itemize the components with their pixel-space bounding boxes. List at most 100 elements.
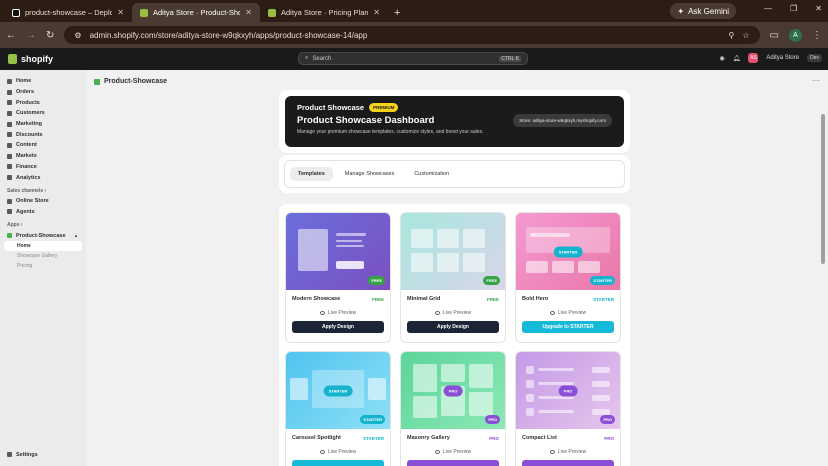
sidebar-item-customers[interactable]: Customers xyxy=(4,108,82,119)
sidebar-item-markets[interactable]: Markets xyxy=(4,151,82,162)
sidebar-item-label: Orders xyxy=(16,89,35,96)
tab-manage-showcases[interactable]: Manage Showcases xyxy=(337,167,403,181)
discount-icon xyxy=(7,132,12,138)
template-name: Masonry Gallery xyxy=(407,435,450,441)
close-icon[interactable]: ✕ xyxy=(373,8,380,17)
live-preview-link[interactable]: Live Preview xyxy=(522,449,614,455)
template-name: Bold Hero xyxy=(522,296,549,302)
template-thumbnail: FREE xyxy=(286,213,390,290)
template-thumbnail: STARTER STARTER xyxy=(516,213,620,290)
shopify-logo[interactable]: shopify xyxy=(8,54,53,64)
template-action-button[interactable] xyxy=(292,460,384,466)
app-sub-pricing[interactable]: Pricing xyxy=(4,261,82,271)
app-content: Product-Showcase ··· Product Showcase PR… xyxy=(86,70,828,466)
browser-tab-0[interactable]: product-showcase – Deployme ✕ xyxy=(4,3,132,22)
template-action-button[interactable]: Upgrade to STARTER xyxy=(522,321,614,333)
sidebar-item-label: Agents xyxy=(16,208,35,215)
app-sub-home[interactable]: Home xyxy=(4,240,82,251)
back-icon[interactable]: ← xyxy=(6,30,16,41)
apps-heading[interactable]: Apps › xyxy=(4,217,82,230)
sidebar-item-content[interactable]: Content xyxy=(4,140,82,151)
template-action-button[interactable]: Apply Design xyxy=(407,321,499,333)
sidebar-item-finance[interactable]: Finance xyxy=(4,162,82,173)
store-avatar[interactable]: AS xyxy=(748,53,759,63)
app-icon xyxy=(7,233,12,239)
sidebar-item-agents[interactable]: Agents xyxy=(4,207,82,218)
template-action-button[interactable] xyxy=(407,460,499,466)
more-actions-icon[interactable]: ··· xyxy=(812,76,820,85)
chart-icon xyxy=(7,175,12,181)
live-preview-label: Live Preview xyxy=(327,310,357,316)
bell-icon[interactable]: 🔔︎ xyxy=(733,55,741,62)
close-icon[interactable]: ✕ xyxy=(117,8,124,17)
sidebar-item-home[interactable]: Home xyxy=(4,76,82,87)
restore-icon[interactable]: ❐ xyxy=(790,4,797,13)
admin-search-input[interactable]: ⌕ Search CTRL K xyxy=(298,52,528,65)
template-card: STARTER STARTER Bold Hero STARTER Live P… xyxy=(515,212,621,343)
sidebar-panel-icon[interactable]: ▭ xyxy=(770,30,779,41)
sales-channels-heading[interactable]: Sales channels › xyxy=(4,183,82,196)
template-action-button[interactable]: Apply Design xyxy=(292,321,384,333)
browser-tab-2[interactable]: Aditya Store · Pricing Plans · Sh ✕ xyxy=(260,3,388,22)
sidebar-item-discounts[interactable]: Discounts xyxy=(4,129,82,140)
zoom-icon[interactable]: ⚲ xyxy=(729,31,735,40)
globe-icon[interactable]: ◉ xyxy=(720,55,725,62)
window-close-icon[interactable]: ✕ xyxy=(815,4,822,13)
reload-icon[interactable]: ↻ xyxy=(46,30,54,41)
site-info-icon[interactable]: ⚙ xyxy=(74,31,81,40)
templates-panel: FREE Modern Showcase FREE Live Preview A… xyxy=(279,204,630,466)
browser-menu-icon[interactable]: ⋮ xyxy=(812,30,822,41)
url-text: admin.shopify.com/store/aditya-store-w9q… xyxy=(89,30,368,40)
sidebar-item-analytics[interactable]: Analytics xyxy=(4,172,82,183)
sidebar-item-product-showcase[interactable]: Product-Showcase ▲ xyxy=(4,230,82,241)
tab-templates[interactable]: Templates xyxy=(290,167,333,181)
live-preview-link[interactable]: Live Preview xyxy=(292,310,384,316)
tabs-card: Templates Manage Showcases Customization xyxy=(279,155,630,193)
browser-toolbar: ← → ↻ ⚙ admin.shopify.com/store/aditya-s… xyxy=(0,22,828,48)
sidebar-item-orders[interactable]: Orders xyxy=(4,87,82,98)
center-tier-badge: PRO xyxy=(443,385,463,396)
live-preview-link[interactable]: Live Preview xyxy=(407,449,499,455)
live-preview-link[interactable]: Live Preview xyxy=(407,310,499,316)
template-card: STARTER STARTER Carousel Spotlight START… xyxy=(285,351,391,466)
bookmark-star-icon[interactable]: ☆ xyxy=(742,31,749,40)
eye-icon xyxy=(319,311,325,315)
bank-icon xyxy=(7,164,12,170)
template-level: STARTER xyxy=(363,435,384,441)
close-icon[interactable]: ✕ xyxy=(245,8,252,17)
shopify-favicon-icon xyxy=(140,8,148,17)
new-tab-button[interactable]: + xyxy=(388,3,406,22)
tab-title: Aditya Store · Pricing Plans · Sh xyxy=(281,8,369,17)
scrollbar[interactable] xyxy=(821,78,826,458)
forward-icon[interactable]: → xyxy=(26,30,36,41)
sidebar-item-settings[interactable]: Settings xyxy=(4,449,38,460)
gemini-label: Ask Gemini xyxy=(688,6,729,16)
tab-customization[interactable]: Customization xyxy=(406,167,457,181)
ask-gemini-button[interactable]: ✦ Ask Gemini xyxy=(670,3,736,19)
app-sub-showcase-gallery[interactable]: Showcase Gallery xyxy=(4,251,82,261)
live-preview-label: Live Preview xyxy=(442,449,472,455)
live-preview-link[interactable]: Live Preview xyxy=(522,310,614,316)
store-tag: Dev xyxy=(807,54,822,62)
sidebar-item-marketing[interactable]: Marketing xyxy=(4,119,82,130)
minimize-icon[interactable]: — xyxy=(764,4,772,13)
address-bar[interactable]: ⚙ admin.shopify.com/store/aditya-store-w… xyxy=(64,26,760,44)
scrollbar-thumb[interactable] xyxy=(821,114,825,264)
profile-avatar[interactable]: A xyxy=(789,28,802,42)
store-name[interactable]: Aditya Store xyxy=(766,55,799,61)
search-placeholder: Search xyxy=(312,55,332,62)
browser-tab-1[interactable]: Aditya Store · Product-Showcas ✕ xyxy=(132,3,260,22)
sidebar-item-products[interactable]: Products xyxy=(4,97,82,108)
store-icon xyxy=(7,198,12,204)
shopify-logo-text: shopify xyxy=(21,54,54,64)
live-preview-link[interactable]: Live Preview xyxy=(292,449,384,455)
template-action-button[interactable] xyxy=(522,460,614,466)
tab-title: product-showcase – Deployme xyxy=(25,8,113,17)
sidebar-item-online-store[interactable]: Online Store xyxy=(4,196,82,207)
admin-main: Home Orders Products Customers Marketing… xyxy=(0,70,828,466)
vercel-favicon-icon xyxy=(12,8,20,17)
eye-icon xyxy=(549,311,555,315)
eye-icon xyxy=(434,450,440,454)
sidebar-item-label: Finance xyxy=(16,163,37,170)
person-icon xyxy=(7,110,12,116)
